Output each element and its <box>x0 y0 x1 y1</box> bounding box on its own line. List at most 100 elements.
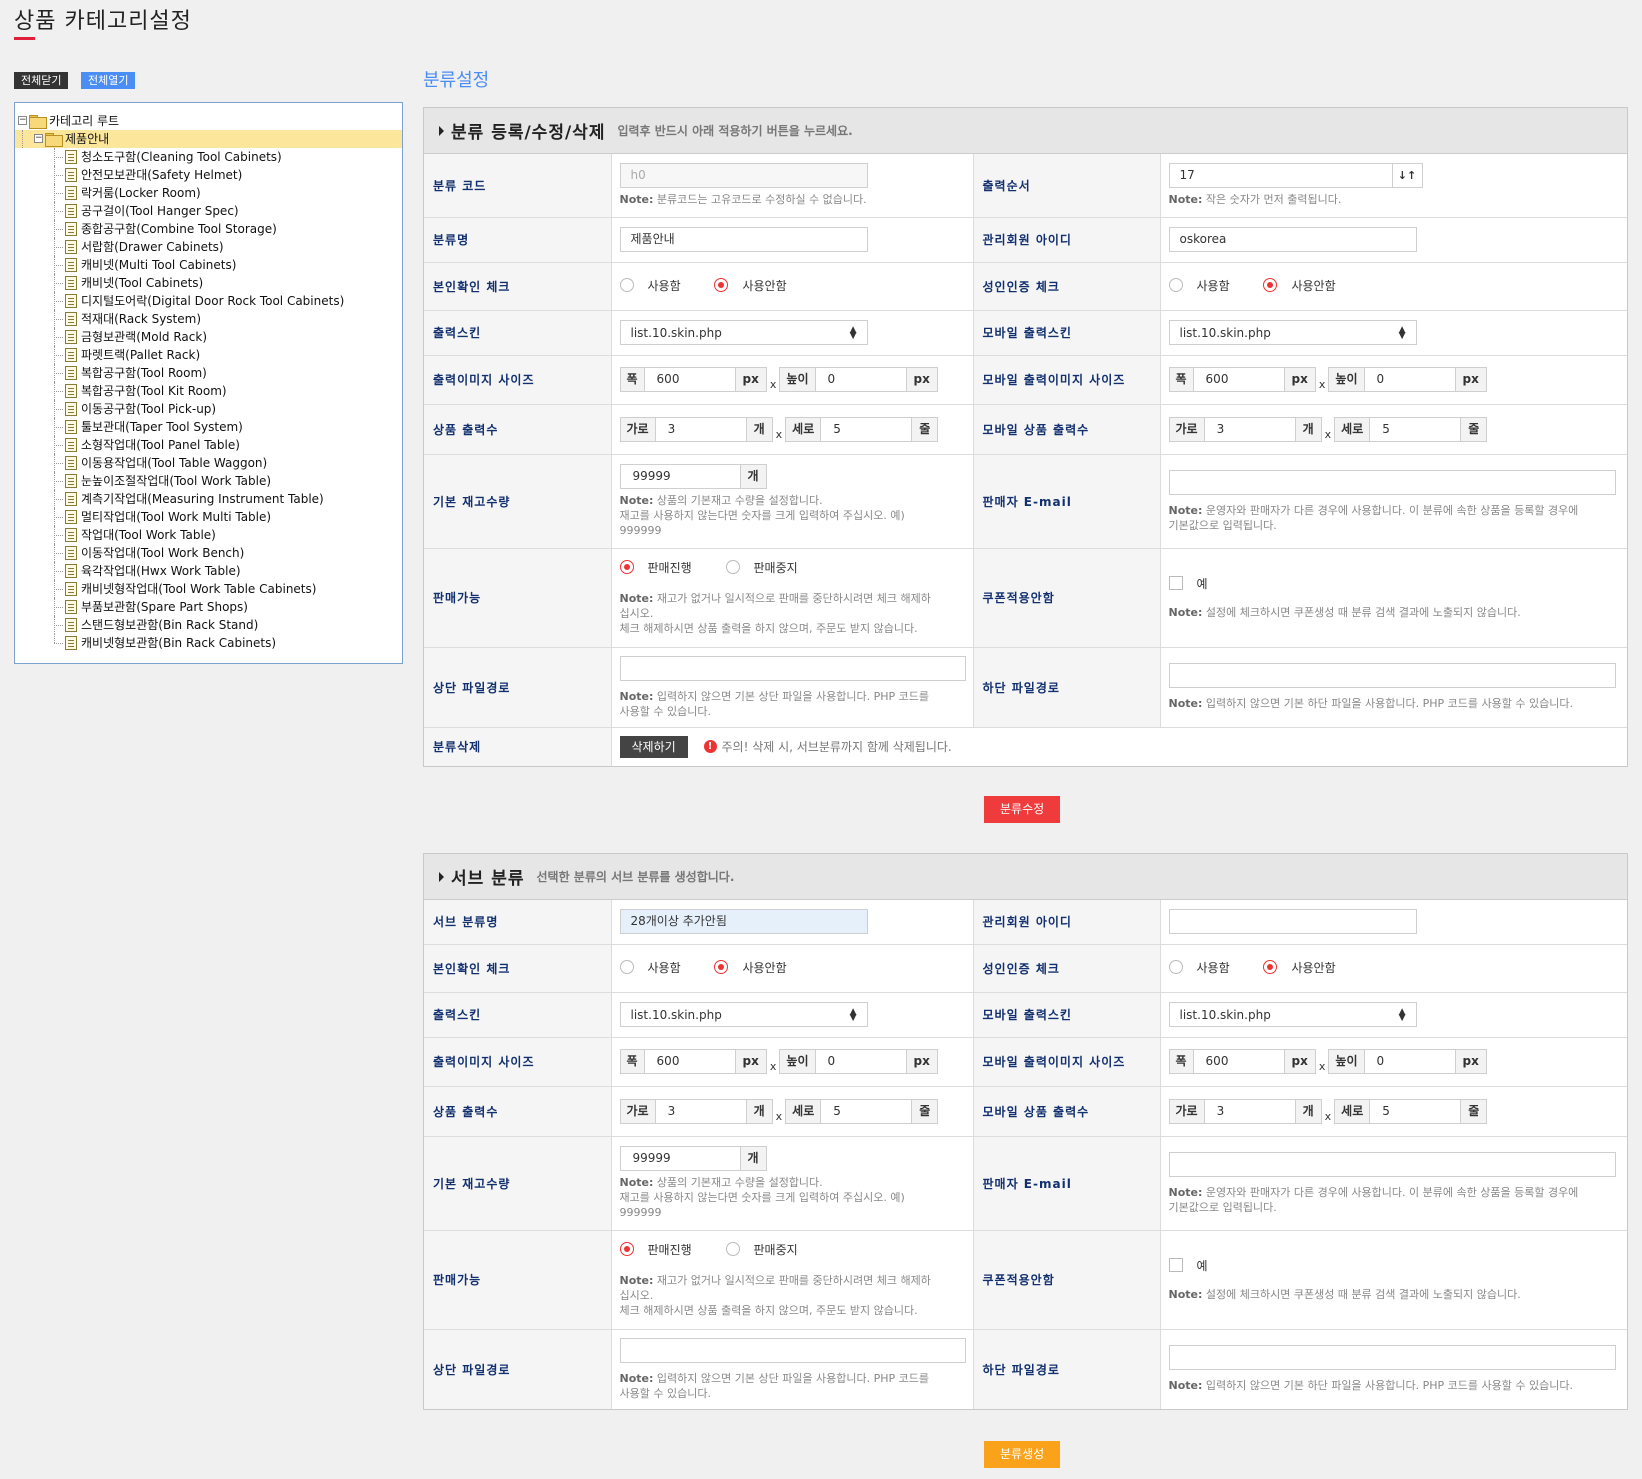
adult-not-use-radio[interactable]: 사용안함 <box>1263 959 1336 976</box>
stock-input[interactable]: 99999 <box>619 1146 740 1171</box>
sub-category-name-input[interactable]: 28개이상 추가안됨 <box>619 909 868 935</box>
top-file-input[interactable] <box>619 655 966 681</box>
mobile-cols-input[interactable]: 3 <box>1204 1098 1295 1124</box>
skin-select[interactable]: list.10.skin.php ▲ ▼ <box>619 1002 868 1027</box>
tree-node[interactable]: 부품보관함(Spare Part Shops) <box>15 598 402 616</box>
collapse-toggle-icon[interactable]: − <box>18 116 27 125</box>
modify-category-button[interactable]: 분류수정 <box>984 796 1061 823</box>
img-width-input[interactable]: 600 <box>644 1049 735 1074</box>
identity-not-use-radio[interactable]: 사용안함 <box>714 959 787 976</box>
tree-node-label[interactable]: 금형보관랙(Mold Rack) <box>81 328 207 346</box>
tree-node[interactable]: 안전모보관대(Safety Helmet) <box>15 166 402 184</box>
collapse-all-button[interactable]: 전체닫기 <box>14 72 69 89</box>
tree-node[interactable]: 적재대(Rack System) <box>15 310 402 328</box>
tree-node[interactable]: 서랍함(Drawer Cabinets) <box>15 238 402 256</box>
tree-node-label[interactable]: 복합공구함(Tool Kit Room) <box>81 382 227 400</box>
tree-node-label[interactable]: 공구걸이(Tool Hanger Spec) <box>81 202 239 220</box>
mobile-img-width-input[interactable]: 600 <box>1193 367 1284 392</box>
tree-node[interactable]: 공구걸이(Tool Hanger Spec) <box>15 202 402 220</box>
delete-button[interactable]: 삭제하기 <box>619 735 688 758</box>
admin-id-input[interactable] <box>1168 909 1417 935</box>
tree-node[interactable]: 파렛트랙(Pallet Rack) <box>15 346 402 364</box>
tree-node-label[interactable]: 청소도구함(Cleaning Tool Cabinets) <box>81 148 282 166</box>
tree-node[interactable]: 복합공구함(Tool Kit Room) <box>15 382 402 400</box>
tree-node-label[interactable]: 적재대(Rack System) <box>81 310 201 328</box>
bottom-file-input[interactable] <box>1168 1345 1616 1370</box>
skin-select[interactable]: list.10.skin.php ▲ ▼ <box>619 320 868 345</box>
collapse-toggle-icon[interactable]: − <box>34 134 43 143</box>
tree-node-label[interactable]: 캐비넷(Multi Tool Cabinets) <box>81 256 236 274</box>
tree-node-label[interactable]: 계측기작업대(Measuring Instrument Table) <box>81 490 324 508</box>
tree-selected-label[interactable]: 제품안내 <box>65 130 109 148</box>
tree-node[interactable]: 금형보관랙(Mold Rack) <box>15 328 402 346</box>
tree-node-label[interactable]: 부품보관함(Spare Part Shops) <box>81 598 248 616</box>
seller-email-input[interactable] <box>1168 1151 1616 1177</box>
adult-use-radio[interactable]: 사용함 <box>1168 959 1230 976</box>
tree-node-label[interactable]: 이동용작업대(Tool Table Waggon) <box>81 454 267 472</box>
tree-node[interactable]: 작업대(Tool Work Table) <box>15 526 402 544</box>
tree-node-label[interactable]: 작업대(Tool Work Table) <box>81 526 216 544</box>
coupon-checkbox[interactable]: 예 <box>1168 575 1208 592</box>
tree-node[interactable]: 이동작업대(Tool Work Bench) <box>15 544 402 562</box>
tree-node-label[interactable]: 툴보관대(Taper Tool System) <box>81 418 243 436</box>
coupon-checkbox[interactable]: 예 <box>1168 1257 1208 1274</box>
tree-node[interactable]: 복합공구함(Tool Room) <box>15 364 402 382</box>
tree-node-label[interactable]: 락커룸(Locker Room) <box>81 184 201 202</box>
tree-node[interactable]: 육각작업대(Hwx Work Table) <box>15 562 402 580</box>
tree-node-label[interactable]: 이동작업대(Tool Work Bench) <box>81 544 244 562</box>
tree-node-label[interactable]: 멀티작업대(Tool Work Multi Table) <box>81 508 271 526</box>
mobile-skin-select[interactable]: list.10.skin.php ▲ ▼ <box>1168 1002 1417 1027</box>
cols-input[interactable]: 3 <box>655 416 746 442</box>
mobile-rows-input[interactable]: 5 <box>1370 1098 1461 1124</box>
expand-all-button[interactable]: 전체열기 <box>81 72 136 89</box>
sort-arrows-icon[interactable]: ↓↑ <box>1391 164 1422 188</box>
tree-node[interactable]: 툴보관대(Taper Tool System) <box>15 418 402 436</box>
bottom-file-input[interactable] <box>1168 663 1616 688</box>
tree-root-node[interactable]: − 카테고리 루트 <box>15 112 402 130</box>
tree-node[interactable]: 캐비넷형보관함(Bin Rack Cabinets) <box>15 634 402 652</box>
mobile-rows-input[interactable]: 5 <box>1370 416 1461 442</box>
tree-node[interactable]: 청소도구함(Cleaning Tool Cabinets) <box>15 148 402 166</box>
rows-input[interactable]: 5 <box>821 1098 912 1124</box>
tree-node-label[interactable]: 캐비넷(Tool Cabinets) <box>81 274 203 292</box>
stop-sale-radio[interactable]: 판매중지 <box>725 1241 798 1258</box>
tree-node[interactable]: 눈높이조절작업대(Tool Work Table) <box>15 472 402 490</box>
tree-node-label[interactable]: 안전모보관대(Safety Helmet) <box>81 166 242 184</box>
adult-not-use-radio[interactable]: 사용안함 <box>1263 277 1336 294</box>
seller-email-input[interactable] <box>1168 469 1616 495</box>
stock-input[interactable]: 99999 <box>619 464 740 489</box>
tree-node-label[interactable]: 디지털도어락(Digital Door Rock Tool Cabinets) <box>81 292 344 310</box>
tree-node-label[interactable]: 파렛트랙(Pallet Rack) <box>81 346 200 364</box>
on-sale-radio[interactable]: 판매진행 <box>619 1241 692 1258</box>
tree-node[interactable]: 캐비넷형작업대(Tool Work Table Cabinets) <box>15 580 402 598</box>
tree-node-selected[interactable]: − 제품안내 <box>15 130 402 148</box>
create-category-button[interactable]: 분류생성 <box>984 1441 1061 1468</box>
tree-node-label[interactable]: 소형작업대(Tool Panel Table) <box>81 436 240 454</box>
tree-node-label[interactable]: 서랍함(Drawer Cabinets) <box>81 238 224 256</box>
tree-node[interactable]: 락커룸(Locker Room) <box>15 184 402 202</box>
cols-input[interactable]: 3 <box>655 1098 746 1124</box>
tree-node[interactable]: 이동용작업대(Tool Table Waggon) <box>15 454 402 472</box>
mobile-img-height-input[interactable]: 0 <box>1364 367 1455 392</box>
tree-node[interactable]: 종합공구함(Combine Tool Storage) <box>15 220 402 238</box>
mobile-img-width-input[interactable]: 600 <box>1193 1049 1284 1074</box>
identity-not-use-radio[interactable]: 사용안함 <box>714 277 787 294</box>
tree-node[interactable]: 캐비넷(Multi Tool Cabinets) <box>15 256 402 274</box>
img-height-input[interactable]: 0 <box>815 367 906 392</box>
img-height-input[interactable]: 0 <box>815 1049 906 1074</box>
mobile-cols-input[interactable]: 3 <box>1204 416 1295 442</box>
tree-node[interactable]: 계측기작업대(Measuring Instrument Table) <box>15 490 402 508</box>
order-stepper[interactable]: 17 ↓↑ <box>1168 163 1423 189</box>
on-sale-radio[interactable]: 판매진행 <box>619 559 692 576</box>
mobile-img-height-input[interactable]: 0 <box>1364 1049 1455 1074</box>
tree-node[interactable]: 캐비넷(Tool Cabinets) <box>15 274 402 292</box>
tree-node-label[interactable]: 복합공구함(Tool Room) <box>81 364 207 382</box>
stop-sale-radio[interactable]: 판매중지 <box>725 559 798 576</box>
mobile-skin-select[interactable]: list.10.skin.php ▲ ▼ <box>1168 320 1417 345</box>
tree-node[interactable]: 소형작업대(Tool Panel Table) <box>15 436 402 454</box>
tree-node[interactable]: 디지털도어락(Digital Door Rock Tool Cabinets) <box>15 292 402 310</box>
admin-id-input[interactable]: oskorea <box>1168 227 1417 252</box>
tree-node-label[interactable]: 캐비넷형작업대(Tool Work Table Cabinets) <box>81 580 316 598</box>
tree-node[interactable]: 이동공구함(Tool Pick-up) <box>15 400 402 418</box>
adult-use-radio[interactable]: 사용함 <box>1168 277 1230 294</box>
